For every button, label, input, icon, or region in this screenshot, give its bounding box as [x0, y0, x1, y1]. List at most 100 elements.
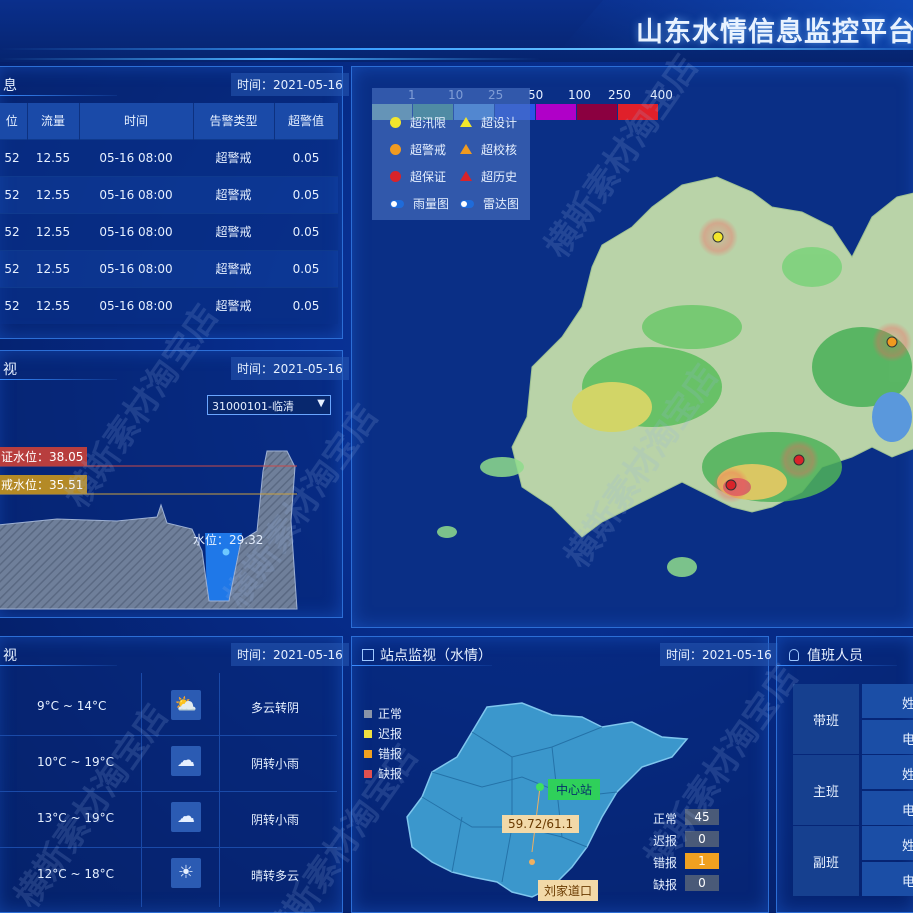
user-icon	[789, 649, 799, 661]
legend-label: 超保证	[410, 170, 447, 184]
duty-person[interactable]: 姓	[862, 755, 913, 789]
duty-group: 带班	[793, 684, 859, 754]
stat-count: 1	[685, 853, 719, 869]
panel-title: 站点监视（水情）	[380, 648, 492, 664]
section-panel: 视 时间：2021-05-16 31000101-临清 ▼ 证水位：38.05 …	[0, 350, 349, 618]
table-cell: 12.55	[27, 249, 79, 287]
warning-level-label: 戒水位：35.51	[0, 475, 88, 494]
table-row[interactable]: 52 12.55 05-16 08:00 超警戒 0.05	[0, 286, 338, 324]
status-stat: 正常 45	[653, 809, 719, 827]
table-cell: 52	[0, 286, 27, 324]
triangle-icon	[460, 117, 472, 127]
status-label: 正常	[378, 707, 403, 721]
status-stat: 迟报 0	[653, 831, 719, 849]
status-label: 缺报	[378, 767, 403, 781]
weather-row: 13°C ~ 19°C ☁ 阴转小雨	[0, 791, 337, 847]
legend-item[interactable]: 雷达图	[460, 195, 519, 212]
stat-label: 正常	[653, 812, 678, 826]
status-swatch	[364, 750, 372, 758]
panel-time: 时间：2021-05-16	[231, 73, 349, 96]
status-label: 错报	[378, 747, 403, 761]
duty-person[interactable]: 姓	[862, 684, 913, 718]
scale-label: 250	[608, 88, 631, 102]
duty-person[interactable]: 姓	[862, 826, 913, 860]
table-cell: 超警戒	[193, 212, 274, 250]
table-row[interactable]: 52 12.55 05-16 08:00 超警戒 0.05	[0, 249, 338, 287]
panel-underline	[777, 665, 897, 666]
legend-item: 超历史	[460, 168, 517, 185]
table-cell: 超警戒	[193, 138, 274, 176]
status-legend-item: 缺报	[364, 765, 402, 782]
reading-label: 59.72/61.1	[502, 815, 580, 833]
table-cell: 52	[0, 212, 27, 250]
panel-underline	[0, 95, 117, 96]
alert-point-guarantee[interactable]	[725, 479, 737, 491]
panel-underline	[0, 665, 117, 666]
legend-label: 超汛限	[410, 116, 447, 130]
panel-title: 视	[3, 648, 17, 664]
scale-swatch	[577, 104, 617, 120]
alert-point-guarantee[interactable]	[793, 454, 805, 466]
legend-item[interactable]: 雨量图	[390, 195, 449, 212]
station-point[interactable]	[529, 859, 535, 865]
table-row[interactable]: 52 12.55 05-16 08:00 超警戒 0.05	[0, 212, 338, 250]
scale-swatch	[536, 104, 576, 120]
table-cell: 12.55	[27, 175, 79, 213]
triangle-icon	[460, 171, 472, 181]
guarantee-level-label: 证水位：38.05	[0, 447, 88, 466]
station-panel: 站点监视（水情） 时间：2021-05-16 正常 迟报 错报 缺报 中心站 59.7…	[351, 636, 778, 913]
table-cell: 12.55	[27, 212, 79, 250]
temperature: 10°C ~ 19°C	[37, 755, 114, 769]
duty-person[interactable]: 电	[862, 719, 913, 754]
temperature: 13°C ~ 19°C	[37, 811, 114, 825]
table-row[interactable]: 52 12.55 05-16 08:00 超警戒 0.05	[0, 175, 338, 213]
duty-group: 副班	[793, 826, 859, 896]
scale-label: 400	[650, 88, 673, 102]
station-select-value: 31000101-临清	[212, 400, 294, 413]
scale-swatch	[618, 104, 658, 120]
status-legend-item: 迟报	[364, 725, 402, 742]
weather-row: 12°C ~ 18°C ☀ 晴转多云	[0, 847, 337, 903]
weather-desc: 多云转阴	[251, 701, 300, 715]
station-select[interactable]: 31000101-临清 ▼	[207, 395, 331, 415]
panel-time: 时间：2021-05-16	[231, 643, 349, 666]
table-cell: 0.05	[274, 138, 338, 176]
col-header: 流量	[27, 103, 80, 139]
center-station-point[interactable]	[536, 783, 544, 791]
status-legend-item: 错报	[364, 745, 402, 762]
station-icon	[362, 649, 374, 661]
table-cell: 05-16 08:00	[79, 212, 193, 250]
duty-person[interactable]: 电	[862, 790, 913, 825]
weather-row: 10°C ~ 19°C ☁ 阴转小雨	[0, 735, 337, 791]
table-cell: 0.05	[274, 286, 338, 324]
alarm-panel: 息 时间：2021-05-16 位 流量 时间 告警类型 超警值 52 12.55…	[0, 66, 349, 339]
dot-icon	[390, 144, 401, 155]
weather-panel: 视 时间：2021-05-16 9°C ~ 14°C ⛅ 多云转阴 10°C ~ 19…	[0, 636, 349, 913]
alert-point-flood-limit[interactable]	[712, 231, 724, 243]
panel-time: 时间：2021-05-16	[660, 643, 778, 666]
legend-item: 超警戒	[390, 141, 446, 158]
weather-desc: 阴转小雨	[251, 757, 300, 771]
stat-label: 缺报	[653, 878, 678, 892]
shandong-region	[406, 702, 689, 898]
col-header: 时间	[79, 103, 194, 139]
status-stat: 缺报 0	[653, 875, 719, 893]
col-header: 位	[0, 103, 28, 139]
legend-label: 超校核	[481, 143, 518, 157]
legend-label: 雨量图	[413, 197, 450, 211]
status-legend-item: 正常	[364, 705, 402, 722]
header-glow-line	[0, 58, 540, 60]
alarm-table: 位 流量 时间 告警类型 超警值 52 12.55 05-16 08:00 超警戒 0.…	[0, 103, 339, 324]
col-header: 告警类型	[193, 103, 275, 139]
toggle-icon	[460, 200, 474, 208]
table-row[interactable]: 52 12.55 05-16 08:00 超警戒 0.05	[0, 138, 338, 176]
table-cell: 52	[0, 138, 27, 176]
table-cell: 52	[0, 249, 27, 287]
dot-icon	[390, 171, 401, 182]
table-cell: 0.05	[274, 249, 338, 287]
station-name-label: 刘家道口	[538, 880, 599, 901]
stat-label: 错报	[653, 856, 678, 870]
duty-person[interactable]: 电	[862, 861, 913, 896]
cloud-icon: ☁	[171, 746, 201, 776]
alert-point-warning[interactable]	[886, 336, 898, 348]
